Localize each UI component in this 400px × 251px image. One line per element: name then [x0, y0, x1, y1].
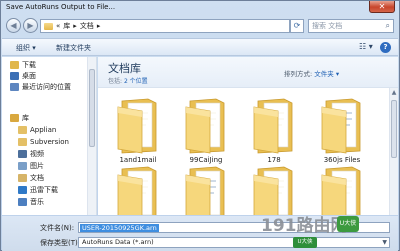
watermark-tag: U大侠: [293, 237, 317, 248]
filename-value[interactable]: USER-20150925GK.arn: [80, 224, 159, 232]
library-subversion-icon: [18, 138, 27, 146]
folder-icon: [117, 98, 157, 154]
nav-item-label: 桌面: [22, 72, 36, 80]
nav-item-label: Applian: [30, 126, 57, 134]
nav-item-label: 文档: [30, 174, 44, 182]
nav-item[interactable]: 库: [10, 113, 29, 123]
command-bar: 组织 ▾ 新建文件夹 ☷ ▾ ?: [2, 38, 398, 56]
folder-item[interactable]: 99CaiJing: [180, 93, 232, 164]
view-options-icon[interactable]: ☷ ▾: [359, 42, 373, 51]
breadcrumb-documents[interactable]: 文档: [80, 21, 94, 31]
filetype-label: 保存类型(T):: [40, 239, 81, 247]
arrange-dropdown[interactable]: 文件夹 ▾: [314, 70, 339, 78]
chevron-down-icon[interactable]: ▼: [382, 238, 387, 247]
save-dialog-window: Save AutoRuns Output to File... ✕ ◀ ▶ « …: [0, 0, 400, 251]
nav-item[interactable]: 音乐: [18, 197, 44, 207]
recent-places-icon: [10, 83, 19, 91]
folder-item[interactable]: [112, 161, 164, 215]
library-subtitle: 包括: 2 个位置: [108, 76, 148, 85]
nav-item[interactable]: 视频: [18, 149, 44, 159]
library-locations-link[interactable]: 2 个位置: [124, 78, 148, 85]
thunder-download-icon: [18, 186, 27, 194]
folder-item[interactable]: 360js Files: [316, 93, 368, 164]
content-scrollbar[interactable]: ▲: [389, 88, 398, 215]
filetype-select[interactable]: AutoRuns Data (*.arn) ▼: [78, 237, 390, 248]
nav-item-label: 下载: [22, 61, 36, 69]
arrange-by: 排列方式: 文件夹 ▾: [284, 68, 339, 78]
folder-item[interactable]: [316, 161, 368, 215]
folder-icon: [253, 166, 293, 215]
search-placeholder: 搜索 文档: [312, 22, 343, 30]
scroll-up-icon[interactable]: ▲: [390, 88, 398, 97]
library-header: 文档库 包括: 2 个位置 排列方式: 文件夹 ▾: [98, 57, 398, 88]
watermark-text: 191路由网: [261, 216, 348, 236]
nav-item[interactable]: 桌面: [10, 71, 36, 81]
nav-item[interactable]: 图片: [18, 161, 44, 171]
arrange-label: 排列方式:: [284, 70, 313, 78]
title-bar: Save AutoRuns Output to File... ✕: [1, 1, 399, 15]
breadcrumb-separator-icon[interactable]: ▸: [73, 22, 77, 30]
library-icon: [10, 114, 19, 122]
filetype-value: AutoRuns Data (*.arn): [82, 238, 154, 246]
breadcrumb-overflow[interactable]: «: [56, 22, 60, 30]
nav-item[interactable]: Applian: [18, 125, 56, 135]
nav-item-label: 迅雷下载: [30, 186, 58, 194]
refresh-button[interactable]: ⟳: [290, 19, 304, 33]
file-list-area: 文档库 包括: 2 个位置 排列方式: 文件夹 ▾ 1and1mail 99Cai…: [98, 57, 398, 215]
address-row: ◀ ▶ « 库 ▸ 文档 ▸ ⟳ 搜索 文档 ⌕: [1, 15, 399, 37]
address-bar[interactable]: « 库 ▸ 文档 ▸: [40, 19, 290, 33]
watermark-badge: U大侠: [337, 216, 359, 232]
nav-item-label: 库: [22, 114, 29, 122]
nav-item-label: 最近访问的位置: [22, 83, 71, 91]
nav-item-label: 图片: [30, 162, 44, 170]
folder-item[interactable]: [180, 161, 232, 215]
download-folder-icon: [10, 61, 19, 69]
folder-item[interactable]: 1and1mail: [112, 93, 164, 164]
folder-icon: [253, 98, 293, 154]
breadcrumb-library[interactable]: 库: [63, 21, 70, 31]
nav-item-label: 音乐: [30, 198, 44, 206]
library-applian-icon: [18, 126, 27, 134]
library-title: 文档库: [108, 62, 141, 75]
nav-item[interactable]: 文档: [18, 173, 44, 183]
window-title: Save AutoRuns Output to File...: [6, 3, 116, 11]
folder-item[interactable]: [248, 161, 300, 215]
filename-label: 文件名(N):: [40, 224, 75, 232]
nav-item[interactable]: 下载: [10, 60, 36, 70]
nav-item[interactable]: Subversion: [18, 137, 69, 147]
library-folder-icon: [44, 22, 53, 30]
folder-item[interactable]: 178: [248, 93, 300, 164]
nav-item-label: 视频: [30, 150, 44, 158]
folder-icon: [185, 166, 225, 215]
search-input[interactable]: 搜索 文档 ⌕: [308, 19, 394, 33]
close-button[interactable]: ✕: [369, 1, 395, 13]
nav-scroll-thumb[interactable]: [89, 69, 95, 147]
documents-library-icon: [18, 174, 27, 182]
nav-item[interactable]: 迅雷下载: [18, 185, 58, 195]
search-icon[interactable]: ⌕: [386, 20, 390, 32]
new-folder-button[interactable]: 新建文件夹: [56, 43, 91, 53]
folder-icon: [117, 166, 157, 215]
nav-item[interactable]: 最近访问的位置: [10, 82, 71, 92]
video-library-icon: [18, 150, 27, 158]
library-subtitle-prefix: 包括:: [108, 78, 123, 85]
breadcrumb-separator-icon[interactable]: ▸: [97, 22, 101, 30]
desktop-icon: [10, 72, 19, 80]
nav-item-label: Subversion: [30, 138, 69, 146]
nav-scrollbar[interactable]: [87, 57, 96, 215]
help-icon[interactable]: ?: [380, 42, 391, 53]
music-library-icon: [18, 198, 27, 206]
folder-icon: [185, 98, 225, 154]
content-scroll-thumb[interactable]: [391, 100, 397, 158]
folder-icon: [321, 98, 361, 154]
back-button[interactable]: ◀: [6, 18, 21, 33]
forward-button[interactable]: ▶: [23, 18, 38, 33]
navigation-pane: 下载桌面最近访问的位置库 Applian Subversion 视频图片文档迅雷下载音…: [2, 57, 97, 215]
folder-icon: [321, 166, 361, 215]
pictures-library-icon: [18, 162, 27, 170]
organize-button[interactable]: 组织 ▾: [16, 43, 36, 53]
